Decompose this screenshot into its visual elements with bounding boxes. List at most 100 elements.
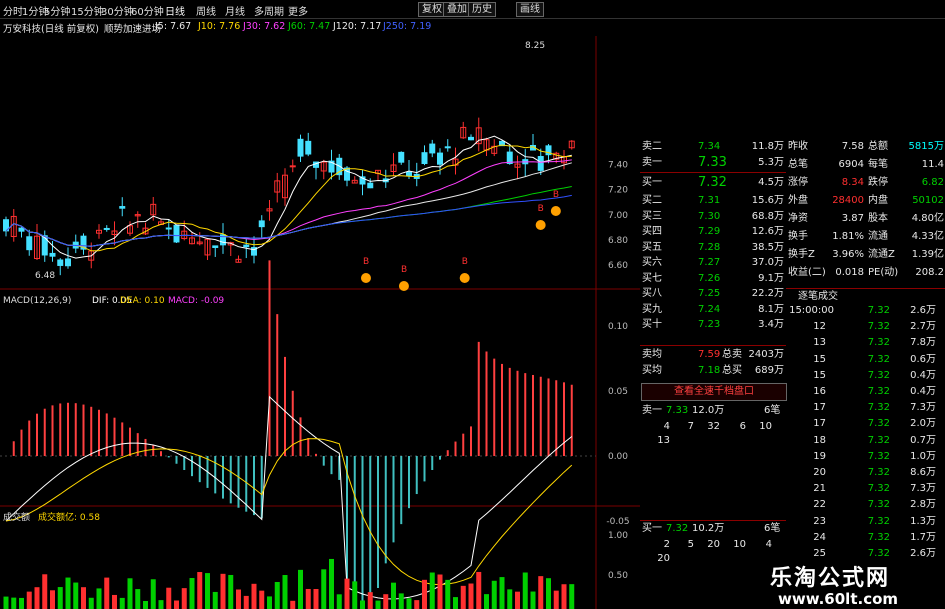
ma-line — [5, 144, 572, 252]
queue-buy-label: 买一 — [642, 523, 662, 534]
full-depth-button[interactable]: 查看全速千档盘口 — [641, 383, 787, 401]
period-tab-2[interactable]: 5分钟 — [44, 3, 70, 18]
ma-j60-label: J60: 7.47 — [288, 21, 331, 32]
bid-volume: 9.1万 — [758, 272, 784, 284]
stat-label: 外盘 — [788, 195, 808, 206]
volume-bar — [530, 591, 536, 609]
volume-bar — [398, 593, 404, 609]
stat-value: 0.018 — [835, 267, 864, 278]
bid-label: 买二 — [642, 195, 662, 206]
volume-bar — [205, 573, 210, 609]
period-tab-3[interactable]: 15分钟 — [71, 3, 104, 18]
volume-bar — [143, 600, 148, 609]
stat-value: 8.34 — [841, 177, 864, 188]
volume-bar — [259, 590, 265, 609]
toolbar-button-1[interactable]: 叠加 — [443, 2, 471, 17]
volume-bar — [57, 587, 63, 609]
price-axis-label: 7.20 — [608, 186, 628, 196]
queue-sell-price: 7.33 — [666, 405, 689, 416]
low-price-label: 6.48 — [35, 271, 55, 281]
volume-bar — [220, 573, 226, 609]
candle-body — [119, 206, 126, 209]
volume-bar — [88, 597, 94, 609]
tick-price: 7.32 — [867, 353, 890, 365]
ma-line — [5, 186, 572, 247]
ma-j30-label: J30: 7.62 — [243, 21, 286, 32]
queue-buy-order: 4 — [765, 539, 772, 550]
volume-bar — [42, 574, 48, 609]
volume-bar — [96, 588, 102, 609]
period-tab-8[interactable]: 月线 — [225, 3, 245, 18]
volume-bar — [236, 589, 241, 609]
bid-price: 7.32 — [698, 175, 727, 190]
candle-body — [367, 182, 374, 189]
tick-volume: 1.7万 — [910, 531, 936, 543]
stat-value: 3.87 — [841, 213, 864, 224]
candle-body — [258, 220, 265, 228]
volume-bar — [468, 583, 474, 609]
period-tab-5[interactable]: 60分钟 — [131, 3, 164, 18]
period-tab-6[interactable]: 日线 — [165, 3, 185, 18]
volume-bar — [313, 588, 319, 609]
tick-time: 16 — [813, 386, 826, 397]
stat-label: 涨停 — [788, 177, 808, 188]
tick-volume: 8.6万 — [910, 467, 936, 478]
stat-value: 1.81% — [832, 231, 864, 242]
buy-signal-b: B — [363, 257, 369, 267]
volume-sub: 成交额亿: 0.58 — [38, 511, 100, 523]
candle-body — [537, 156, 544, 171]
toolbar-button-0[interactable]: 复权 — [418, 2, 446, 17]
tick-price: 7.32 — [867, 515, 890, 527]
stat-value-2: 6.82 — [921, 177, 944, 188]
ma-j120-label: J120: 7.17 — [333, 21, 382, 32]
stat-value-2: 4.33亿 — [911, 231, 944, 242]
stock-title: 万安科技(日线 前复权) — [3, 24, 99, 35]
volume-bar — [569, 584, 575, 609]
bid-price: 7.27 — [698, 257, 721, 268]
bid-label: 买七 — [642, 272, 662, 284]
stat-value-2: 50102 — [912, 195, 944, 206]
tick-time: 23 — [813, 515, 826, 527]
stat-label: 总笔 — [788, 159, 808, 170]
period-tab-10[interactable]: 更多 — [288, 3, 308, 18]
kline-chart[interactable]: 7.407.207.006.806.608.256.48BBBBBMACD(12… — [0, 36, 640, 609]
price-axis-label: 7.00 — [608, 211, 628, 221]
period-tab-4[interactable]: 30分钟 — [101, 3, 134, 18]
stat-label-2: PE(动) — [868, 267, 899, 278]
volume-bar — [391, 582, 396, 609]
tick-time: 24 — [813, 531, 826, 543]
toolbar-button-2[interactable]: 历史 — [468, 2, 496, 17]
period-tab-7[interactable]: 周线 — [196, 3, 216, 18]
macd-dea: DEA: 0.10 — [120, 296, 165, 306]
stat-label: 换手Z — [788, 249, 815, 260]
toolbar-button-3[interactable]: 画线 — [516, 2, 544, 17]
volume-bar — [228, 574, 234, 609]
volume-bar — [367, 592, 373, 609]
stat-value: 6904 — [838, 159, 864, 170]
order-book-panel: 卖二 7.34 11.8万 卖一 7.33 5.3万 买一 7.32 4.5万 买二 7.31 15.… — [640, 0, 790, 609]
macd-axis-label: 0.05 — [608, 387, 628, 397]
tick-volume: 0.6万 — [910, 353, 936, 365]
ask-price: 7.34 — [698, 141, 721, 152]
volume-bar — [453, 597, 458, 609]
candle-body — [406, 171, 412, 177]
bid-label: 买八 — [642, 288, 662, 299]
volume-bar — [189, 578, 195, 609]
tick-price: 7.32 — [867, 531, 890, 543]
volume-bar — [445, 579, 451, 609]
tick-time: 19 — [813, 450, 826, 462]
volume-bar — [282, 575, 288, 609]
volume-bar — [298, 569, 303, 609]
bid-volume: 4.5万 — [758, 177, 784, 188]
macd-axis-label: 0.10 — [608, 322, 628, 332]
bid-price: 7.24 — [698, 303, 721, 315]
volume-bar — [321, 569, 327, 609]
volume-bar — [181, 588, 187, 609]
queue-sell-order: 13 — [657, 435, 670, 446]
tick-price: 7.32 — [867, 305, 890, 316]
volume-bar — [437, 574, 443, 609]
period-tab-9[interactable]: 多周期 — [254, 3, 284, 18]
bid-price: 7.26 — [698, 272, 721, 284]
stat-label: 净资 — [788, 213, 808, 224]
period-tab-0[interactable]: 分时 — [3, 3, 23, 18]
